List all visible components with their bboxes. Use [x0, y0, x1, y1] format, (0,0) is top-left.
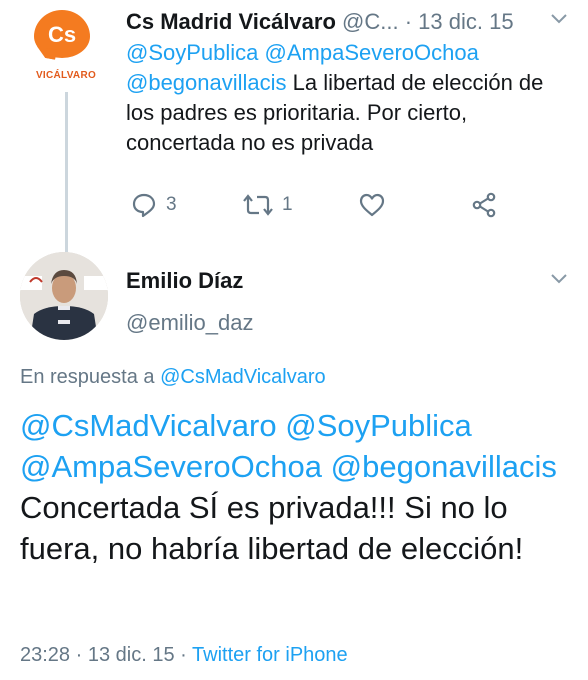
- mention-link[interactable]: @begonavillacis: [331, 449, 557, 484]
- tweet-text: @CsMadVicalvaro @SoyPublica @AmpaSeveroO…: [20, 405, 575, 569]
- mention-link[interactable]: @AmpaSeveroOchoa: [265, 40, 479, 65]
- handle[interactable]: @emilio_daz: [126, 310, 254, 336]
- display-name[interactable]: Cs Madrid Vicálvaro: [126, 9, 336, 34]
- tweet-source-link[interactable]: Twitter for iPhone: [192, 644, 348, 666]
- mention-link[interactable]: @CsMadVicalvaro: [20, 408, 277, 443]
- reply-context: En respuesta a @CsMadVicalvaro: [20, 366, 326, 389]
- avatar[interactable]: Cs VICÁLVARO: [22, 4, 110, 84]
- retweet-button[interactable]: 1: [242, 190, 293, 220]
- reply-button[interactable]: 3: [130, 190, 177, 220]
- mention-link[interactable]: @SoyPublica: [126, 40, 258, 65]
- separator-dot: ·: [180, 644, 187, 666]
- share-button[interactable]: [470, 190, 498, 220]
- reply-prefix: En respuesta a: [20, 366, 155, 388]
- mention-link[interactable]: @AmpaSeveroOchoa: [20, 449, 322, 484]
- cs-logo-text: Cs: [47, 22, 77, 47]
- tweet-header: Cs Madrid Vicálvaro @C... · 13 dic. 15: [126, 8, 546, 36]
- tweet-date[interactable]: 13 dic. 15: [418, 9, 513, 34]
- like-button[interactable]: [358, 190, 386, 220]
- avatar-caption: VICÁLVARO: [35, 70, 97, 81]
- retweet-count: 1: [282, 194, 293, 215]
- tweet-actions: 3 1: [126, 190, 506, 220]
- tweet-meta: 23:28 · 13 dic. 15 · Twitter for iPhone: [20, 644, 348, 667]
- avatar-photo: [20, 252, 108, 340]
- chevron-down-icon[interactable]: [550, 272, 568, 284]
- reply-count: 3: [166, 194, 177, 215]
- avatar[interactable]: [20, 252, 108, 340]
- heart-icon: [359, 193, 385, 217]
- cs-logo-tail: [35, 46, 57, 60]
- tweet-date: 13 dic. 15: [87, 644, 175, 666]
- chevron-down-icon[interactable]: [550, 12, 568, 24]
- share-icon: [472, 192, 496, 218]
- display-name[interactable]: Emilio Díaz: [126, 268, 243, 294]
- retweet-icon: [243, 194, 273, 216]
- separator-dot: ·: [75, 644, 83, 666]
- reply-icon: [132, 193, 156, 218]
- thread-connector-line: [65, 92, 68, 252]
- mention-link[interactable]: @SoyPublica: [285, 408, 472, 443]
- separator-dot: ·: [404, 9, 413, 34]
- tweet-body-text: Concertada SÍ es privada!!! Si no lo fue…: [20, 490, 524, 566]
- reply-to-link[interactable]: @CsMadVicalvaro: [160, 366, 326, 388]
- mention-link[interactable]: @begonavillacis: [126, 70, 287, 95]
- tweet-text: @SoyPublica @AmpaSeveroOchoa @begonavill…: [126, 38, 566, 158]
- tweet-time: 23:28: [20, 644, 71, 666]
- handle[interactable]: @C...: [342, 9, 399, 34]
